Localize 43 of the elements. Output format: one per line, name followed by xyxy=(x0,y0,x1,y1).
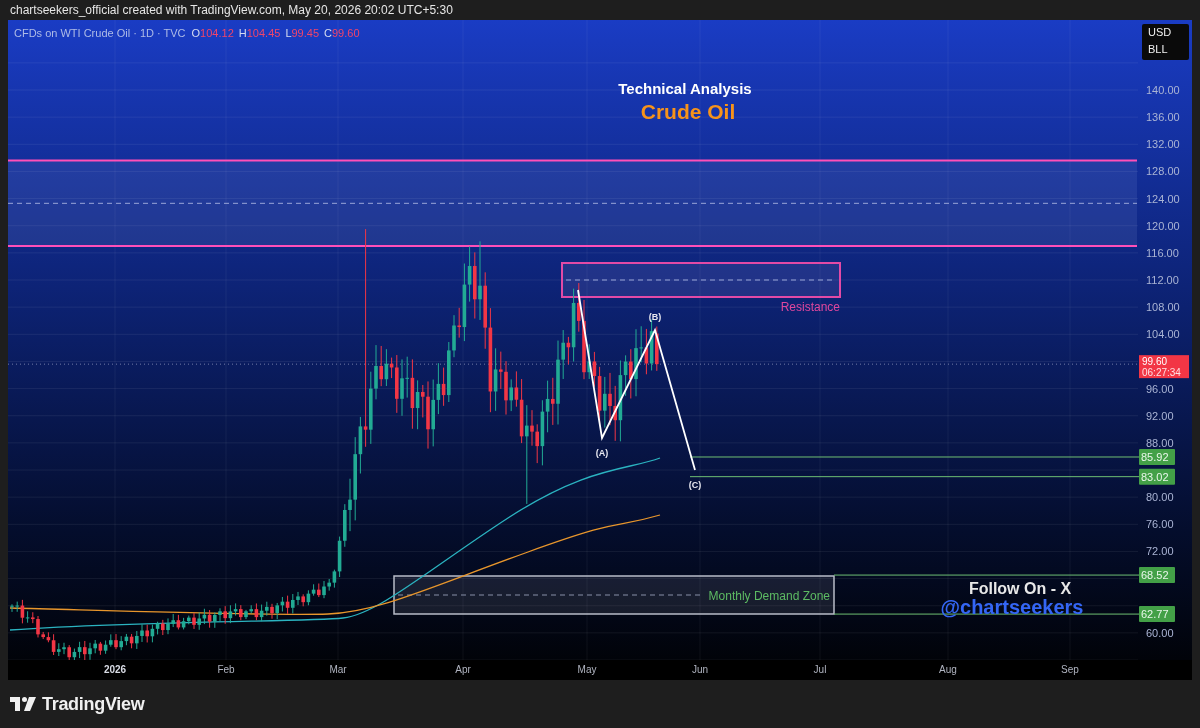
zone-label: Resistance xyxy=(780,300,840,314)
price-label: 104.00 xyxy=(1146,328,1180,341)
price-label: 132.00 xyxy=(1146,138,1180,151)
zone-label: Monthly Demand Zone xyxy=(708,589,830,603)
currency-selector[interactable]: USD BLL xyxy=(1142,24,1189,60)
price-label: 76.00 xyxy=(1146,518,1174,531)
chart-subject: Crude Oil xyxy=(640,100,736,123)
wave-label: (A) xyxy=(595,448,609,458)
date-label: Feb xyxy=(217,664,235,675)
date-label: Sep xyxy=(1061,664,1079,675)
brand-name: TradingView xyxy=(42,693,145,715)
price-label: 116.00 xyxy=(1146,246,1179,259)
date-label: Mar xyxy=(329,664,347,675)
price-label: 112.00 xyxy=(1146,274,1179,286)
wave-label: (C) xyxy=(688,480,702,490)
ohlc-legend: CFDs on WTI Crude Oil · 1D · TVC O104.12 H104.45 L99.45 C99.60 xyxy=(14,27,360,39)
price-label: 72.00 xyxy=(1146,545,1174,558)
date-label: Aug xyxy=(939,664,957,675)
price-label: 60.00 xyxy=(1146,626,1174,639)
price-label: 108.00 xyxy=(1146,301,1180,314)
price-label: 140.00 xyxy=(1146,84,1180,96)
price-tag: 62.77 xyxy=(1139,606,1175,623)
chart-caption: chartseekers_official created with TradingView.com, May 20, 2026 20:02 UTC+5:30 xyxy=(10,3,453,17)
price-label: 92.00 xyxy=(1146,409,1174,422)
promo-handle: @chartseekers xyxy=(940,596,1084,618)
date-label: Apr xyxy=(455,664,471,675)
price-label: 136.00 xyxy=(1146,111,1180,124)
date-label: Jun xyxy=(691,664,709,675)
price-label: 128.00 xyxy=(1146,165,1180,178)
logo-icon xyxy=(10,697,36,711)
date-label: Jul xyxy=(813,664,827,675)
price-label: 124.00 xyxy=(1146,192,1180,205)
price-label: 88.00 xyxy=(1146,436,1174,449)
chart-heading: Technical Analysis xyxy=(618,80,752,97)
price-label: 80.00 xyxy=(1146,491,1174,504)
price-label: 120.00 xyxy=(1146,219,1180,232)
date-label: 2026 xyxy=(103,664,127,675)
price-tag: 68.52 xyxy=(1139,567,1175,584)
last-price-tag: 99.60 06:27:34 xyxy=(1139,355,1189,379)
wave-label: (B) xyxy=(648,312,662,322)
price-label: 96.00 xyxy=(1146,382,1174,395)
promo-text: Follow On - X xyxy=(968,580,1072,597)
date-label: May xyxy=(577,664,597,675)
